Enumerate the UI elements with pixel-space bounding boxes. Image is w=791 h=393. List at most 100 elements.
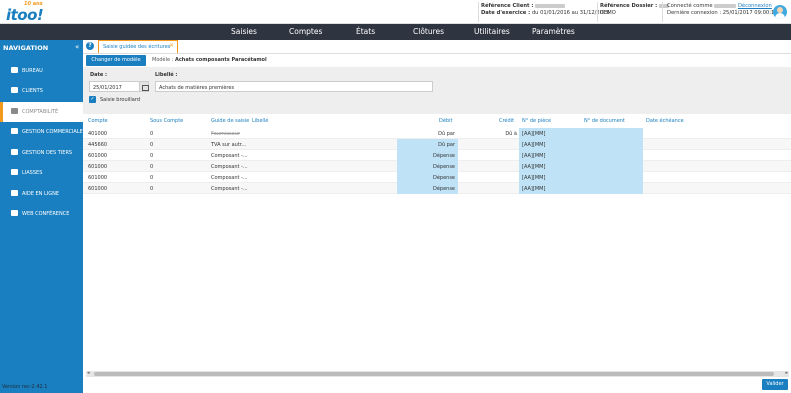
date-label: Date : — [90, 72, 108, 78]
table-row[interactable]: 601000 0 Composant -... [AA][MM] Dépense — [83, 161, 791, 172]
col-echeance[interactable]: Date échéance — [646, 118, 684, 124]
nav-comptes[interactable]: Comptes — [289, 27, 322, 36]
app-version: Version rec-2.42.1 — [2, 384, 48, 390]
col-document[interactable]: N° de document — [584, 118, 625, 124]
debit-cell[interactable]: Dépense — [397, 186, 455, 192]
piece-cell[interactable]: [AA][MM] — [522, 186, 545, 192]
sidebar-item-comptabilite[interactable]: COMPTABILITÉ — [0, 102, 83, 122]
model-bar: Changer de modèle Modèle : Achats compos… — [83, 53, 791, 66]
session-info: Connecté comme Déconnexion Dernière conn… — [667, 3, 778, 17]
sidebar-item-web-conference[interactable]: WEB CONFÉRENCE — [0, 204, 83, 224]
sous-compte-cell[interactable]: 0 — [150, 131, 153, 137]
scroll-right-icon[interactable]: ▸ — [785, 370, 788, 376]
compte-cell[interactable]: 445660 — [88, 142, 107, 148]
top-header: 10 ans itoo! Référence Client : Date d'e… — [0, 0, 791, 24]
itoo-logo[interactable]: 10 ans itoo! — [6, 1, 50, 24]
piece-cell[interactable]: [AA][MM] — [522, 164, 545, 170]
guide-cell[interactable]: Composant -... — [211, 164, 248, 170]
brouillard-checkbox[interactable]: ✓ — [89, 96, 96, 103]
col-guide[interactable]: Guide de saisie — [211, 118, 249, 124]
sous-compte-cell[interactable]: 0 — [150, 153, 153, 159]
credit-cell[interactable]: Dû à — [459, 131, 517, 137]
table-row[interactable]: 601000 0 Composant -... [AA][MM] Dépense — [83, 172, 791, 183]
card-icon — [11, 128, 18, 134]
users-icon — [11, 149, 18, 155]
nav-parametres[interactable]: Paramètres — [532, 27, 575, 36]
guide-cell[interactable]: Fournisseur — [211, 131, 240, 137]
horizontal-scrollbar[interactable]: ◂ ▸ — [86, 370, 789, 377]
nav-etats[interactable]: États — [356, 27, 375, 36]
sidebar-item-label: LIASSES — [22, 170, 43, 176]
sous-compte-cell[interactable]: 0 — [150, 164, 153, 170]
col-debit[interactable]: Débit — [439, 118, 452, 124]
sous-compte-cell[interactable]: 0 — [150, 186, 153, 192]
last-login: Dernière connexion : 25/01/2017 09:00:14 — [667, 10, 778, 16]
sidebar-item-aide[interactable]: AIDE EN LIGNE — [0, 184, 83, 204]
compte-cell[interactable]: 601000 — [88, 164, 107, 170]
change-model-button[interactable]: Changer de modèle — [86, 55, 146, 66]
debit-cell[interactable]: Dû par — [397, 142, 455, 148]
col-libelle[interactable]: Libellé — [252, 118, 268, 124]
debit-cell[interactable]: Dépense — [397, 175, 455, 181]
scroll-thumb[interactable] — [94, 372, 774, 376]
guide-cell[interactable]: Composant -... — [211, 153, 248, 159]
debit-cell[interactable]: Dépense — [397, 164, 455, 170]
logout-link[interactable]: Déconnexion — [738, 3, 772, 9]
tab-saisie-guidee[interactable]: Saisie guidée des écritures × — [98, 40, 178, 53]
nav-utilitaires[interactable]: Utilitaires — [474, 27, 510, 36]
piece-cell[interactable]: [AA][MM] — [522, 131, 545, 137]
col-credit[interactable]: Crédit — [499, 118, 514, 124]
main-nav: Saisies Comptes États Clôtures Utilitair… — [0, 24, 791, 40]
model-label: Modèle : — [152, 57, 174, 63]
col-piece[interactable]: N° de pièce — [522, 118, 551, 124]
compte-cell[interactable]: 601000 — [88, 153, 107, 159]
nav-saisies[interactable]: Saisies — [231, 27, 257, 36]
user-avatar-icon[interactable] — [773, 5, 787, 19]
table-row[interactable]: 601000 0 Composant -... [AA][MM] Dépense — [83, 183, 791, 194]
sidebar-title: NAVIGATION — [3, 44, 49, 52]
compte-cell[interactable]: 601000 — [88, 175, 107, 181]
sidebar-item-label: GESTION COMMERCIALE — [22, 129, 83, 135]
tab-bar: ? Saisie guidée des écritures × — [83, 40, 791, 53]
table-row[interactable]: 445660 0 TVA sur autr... [AA][MM] Dû par — [83, 139, 791, 150]
help-icon[interactable]: ? — [86, 42, 94, 50]
sidebar-item-gestion-commerciale[interactable]: GESTION COMMERCIALE — [0, 122, 83, 142]
date-field[interactable]: 25/01/2017 — [89, 81, 140, 92]
table-row[interactable]: 601000 0 Composant -... [AA][MM] Dépense — [83, 150, 791, 161]
sous-compte-cell[interactable]: 0 — [150, 142, 153, 148]
nav-clotures[interactable]: Clôtures — [413, 27, 444, 36]
compte-cell[interactable]: 401000 — [88, 131, 107, 137]
guide-cell[interactable]: TVA sur autr... — [211, 142, 246, 148]
debit-cell[interactable]: Dépense — [397, 153, 455, 159]
validate-button[interactable]: Valider — [762, 379, 788, 390]
sidebar-item-clients[interactable]: CLIENTS — [0, 81, 83, 101]
sidebar-collapse-icon[interactable]: « — [75, 43, 79, 51]
sidebar-item-bureau[interactable]: BUREAU — [0, 61, 83, 81]
ref-client-value-redacted — [535, 3, 566, 8]
libelle-field[interactable]: Achats de matières premières — [155, 81, 433, 92]
header-divider — [478, 2, 479, 22]
col-compte[interactable]: Compte — [88, 118, 108, 124]
sidebar-item-label: GESTION DES TIERS — [22, 150, 73, 156]
close-icon[interactable]: × — [169, 42, 174, 49]
sidebar-item-gestion-tiers[interactable]: GESTION DES TIERS — [0, 143, 83, 163]
col-sous-compte[interactable]: Sous Compte — [150, 118, 183, 124]
sous-compte-cell[interactable]: 0 — [150, 175, 153, 181]
guide-cell[interactable]: Composant -... — [211, 175, 248, 181]
compte-cell[interactable]: 601000 — [88, 186, 107, 192]
piece-cell[interactable]: [AA][MM] — [522, 142, 545, 148]
entry-form: Date : 25/01/2017 Libellé : Achats de ma… — [83, 67, 791, 114]
piece-cell[interactable]: [AA][MM] — [522, 175, 545, 181]
table-row[interactable]: 401000 0 Fournisseur [AA][MM] Dû par Dû à — [83, 128, 791, 139]
scroll-left-icon[interactable]: ◂ — [87, 370, 90, 376]
dossier-value: DEMO — [600, 10, 616, 16]
sidebar-item-label: AIDE EN LIGNE — [22, 191, 60, 197]
sidebar-item-label: BUREAU — [22, 68, 43, 74]
guide-cell[interactable]: Composant -... — [211, 186, 248, 192]
debit-cell[interactable]: Dû par — [397, 131, 455, 137]
calendar-icon[interactable] — [139, 81, 149, 92]
piece-cell[interactable]: [AA][MM] — [522, 153, 545, 159]
ref-dossier-label: Référence Dossier : — [600, 3, 658, 9]
sidebar-item-liasses[interactable]: LIASSES — [0, 163, 83, 183]
car-icon — [11, 87, 18, 93]
